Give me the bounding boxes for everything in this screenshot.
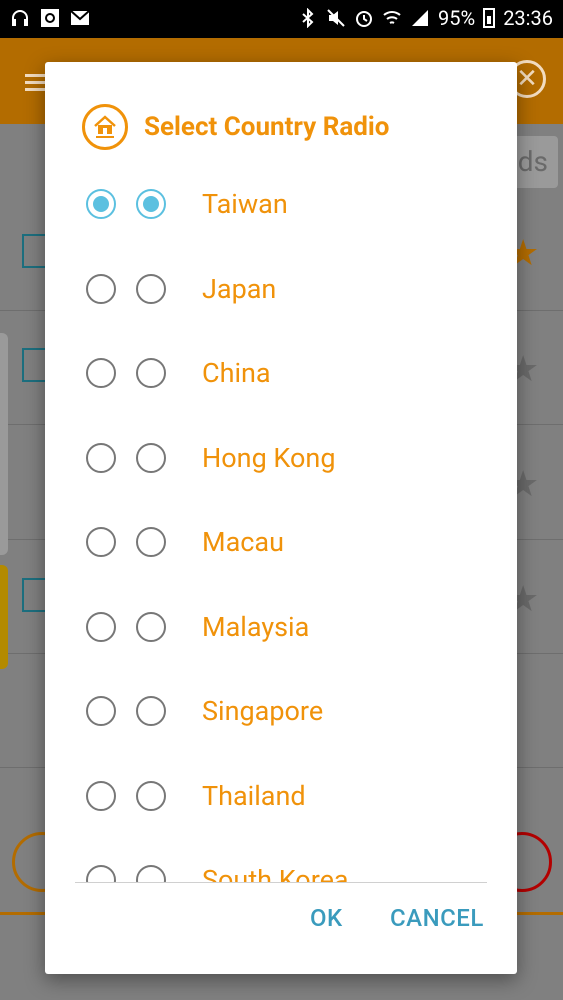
radio-button[interactable] xyxy=(86,358,116,388)
country-list[interactable]: Taiwan Japan China Hong Kong Macau Malaysia Si… xyxy=(45,162,517,882)
country-label: Taiwan xyxy=(202,188,288,220)
radio-button[interactable] xyxy=(136,696,166,726)
dialog-divider xyxy=(75,882,487,883)
menu-icon[interactable] xyxy=(25,70,45,95)
clock: 23:36 xyxy=(503,6,553,30)
battery-icon xyxy=(483,8,496,28)
radio-button[interactable] xyxy=(86,865,116,882)
radio-button[interactable] xyxy=(86,527,116,557)
mail-icon xyxy=(70,10,90,25)
battery-percent: 95% xyxy=(438,6,476,30)
radio-button[interactable] xyxy=(136,865,166,882)
country-row[interactable]: Thailand xyxy=(45,754,517,838)
radio-button[interactable] xyxy=(136,189,166,219)
radio-button[interactable] xyxy=(86,189,116,219)
country-row[interactable]: Japan xyxy=(45,247,517,331)
country-row[interactable]: Malaysia xyxy=(45,585,517,669)
signal-icon xyxy=(412,10,429,26)
status-bar: 95% 23:36 xyxy=(0,0,563,38)
home-icon xyxy=(82,104,128,150)
background-card xyxy=(0,565,8,669)
radio-button[interactable] xyxy=(86,442,116,473)
dialog-header: Select Country Radio xyxy=(82,102,389,152)
radio-button[interactable] xyxy=(86,780,116,811)
radio-button[interactable] xyxy=(136,527,166,557)
country-label: Hong Kong xyxy=(202,441,336,474)
country-row[interactable]: Singapore xyxy=(45,669,517,753)
country-row[interactable]: Hong Kong xyxy=(45,416,517,500)
dialog-title: Select Country Radio xyxy=(144,112,390,142)
radio-button[interactable] xyxy=(136,780,166,811)
notification-icons xyxy=(10,8,90,28)
radio-button[interactable] xyxy=(86,611,116,642)
cancel-button[interactable]: CANCEL xyxy=(390,904,484,932)
radio-button[interactable] xyxy=(136,273,166,304)
mute-icon xyxy=(327,9,345,27)
select-country-dialog: Select Country Radio Taiwan Japan China Hon… xyxy=(45,62,517,974)
radio-button[interactable] xyxy=(136,442,166,473)
country-label: Singapore xyxy=(202,695,324,727)
background-card xyxy=(0,333,8,555)
country-label: Macau xyxy=(202,526,284,558)
system-icons: 95% 23:36 xyxy=(298,6,553,30)
country-label: Japan xyxy=(202,272,277,305)
bluetooth-icon xyxy=(302,8,314,28)
radio-button[interactable] xyxy=(86,696,116,726)
country-row[interactable]: South Korea xyxy=(45,838,517,882)
country-label: South Korea xyxy=(202,864,349,882)
country-row[interactable]: Macau xyxy=(45,500,517,584)
ok-button[interactable]: OK xyxy=(310,904,343,932)
alarm-icon xyxy=(356,11,373,27)
country-label: China xyxy=(202,357,271,389)
radio-button[interactable] xyxy=(86,273,116,304)
country-row[interactable]: China xyxy=(45,331,517,415)
country-label: Thailand xyxy=(202,779,306,812)
email-at-icon xyxy=(41,9,59,27)
radio-button[interactable] xyxy=(136,358,166,388)
radio-button[interactable] xyxy=(136,611,166,642)
country-row[interactable]: Taiwan xyxy=(45,162,517,246)
country-label: Malaysia xyxy=(202,610,310,643)
wifi-icon xyxy=(383,11,401,24)
headphones-icon xyxy=(12,10,28,26)
